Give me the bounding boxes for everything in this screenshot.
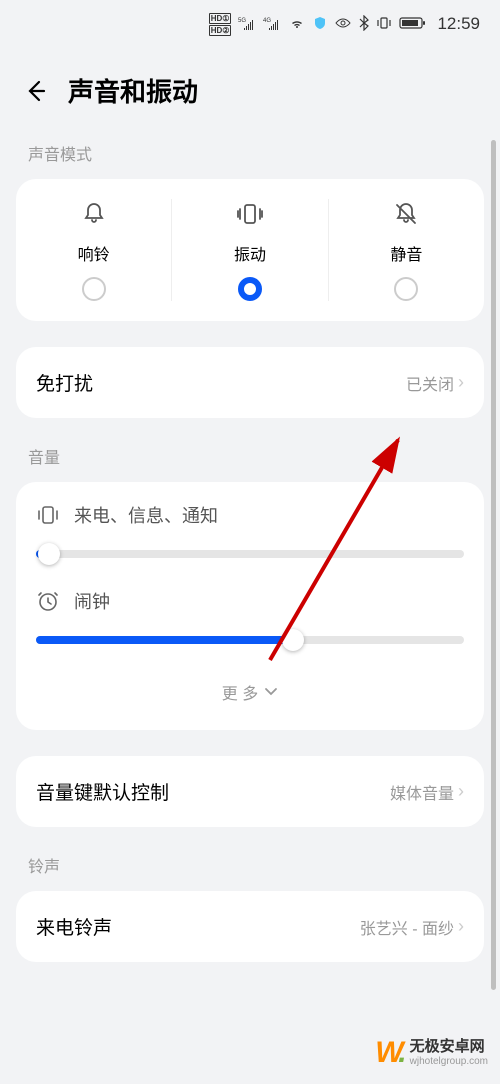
mode-silent[interactable]: 静音 bbox=[329, 199, 484, 301]
mode-ring-label: 响铃 bbox=[78, 241, 110, 265]
battery-icon bbox=[399, 16, 425, 33]
alarm-slider-thumb[interactable] bbox=[282, 629, 304, 651]
chevron-right-icon: › bbox=[458, 916, 464, 937]
mode-vibrate-label: 振动 bbox=[234, 241, 266, 265]
bluetooth-icon bbox=[359, 15, 369, 34]
chevron-right-icon: › bbox=[458, 781, 464, 802]
mode-vibrate[interactable]: 振动 bbox=[172, 199, 328, 301]
ringtone-volume-section: 来电、信息、通知 bbox=[36, 502, 464, 558]
svg-text:4G: 4G bbox=[263, 18, 271, 24]
volume-key-title: 音量键默认控制 bbox=[36, 778, 169, 805]
chevron-right-icon: › bbox=[458, 372, 464, 393]
clock-time: 12:59 bbox=[437, 14, 480, 34]
chevron-down-icon bbox=[264, 683, 278, 701]
alarm-vol-label: 闹钟 bbox=[74, 588, 110, 614]
vibrate-mode-icon bbox=[235, 199, 265, 229]
ringtone-slider-thumb[interactable] bbox=[38, 543, 60, 565]
ringtone-vol-label: 来电、信息、通知 bbox=[74, 502, 218, 528]
back-button[interactable] bbox=[20, 77, 48, 105]
dnd-row[interactable]: 免打扰 已关闭 › bbox=[16, 347, 484, 418]
vibrate-icon bbox=[376, 15, 392, 34]
radio-silent[interactable] bbox=[394, 277, 418, 301]
signal-4g-icon: 4G bbox=[263, 16, 281, 33]
bell-icon bbox=[79, 199, 109, 229]
ringtone-vol-icon bbox=[36, 503, 60, 527]
svg-text:5G: 5G bbox=[238, 18, 246, 24]
page-title: 声音和振动 bbox=[68, 72, 198, 109]
volume-key-card: 音量键默认控制 媒体音量 › bbox=[16, 756, 484, 827]
ringtone-label: 铃声 bbox=[0, 853, 500, 877]
watermark-logo-icon: W. bbox=[375, 1036, 403, 1070]
hd-badges: HD① HD② bbox=[209, 13, 232, 36]
eye-icon bbox=[334, 16, 352, 33]
radio-vibrate[interactable] bbox=[238, 277, 262, 301]
volume-key-row[interactable]: 音量键默认控制 媒体音量 › bbox=[16, 756, 484, 827]
sound-mode-card: 响铃 振动 静音 bbox=[16, 179, 484, 321]
wifi-icon bbox=[288, 16, 306, 33]
dnd-card: 免打扰 已关闭 › bbox=[16, 347, 484, 418]
scroll-indicator[interactable] bbox=[491, 140, 496, 990]
mode-silent-label: 静音 bbox=[390, 241, 422, 265]
watermark: W. 无极安卓网 wjhotelgroup.com bbox=[375, 1036, 488, 1070]
status-icons: HD① HD② 5G 4G bbox=[209, 13, 426, 36]
alarm-icon bbox=[36, 589, 60, 613]
incoming-ringtone-row[interactable]: 来电铃声 张艺兴 - 面纱 › bbox=[16, 891, 484, 962]
mode-ring[interactable]: 响铃 bbox=[16, 199, 172, 301]
dnd-title: 免打扰 bbox=[36, 369, 93, 396]
ringtone-card: 来电铃声 张艺兴 - 面纱 › bbox=[16, 891, 484, 962]
volume-card: 来电、信息、通知 闹钟 更 多 bbox=[16, 482, 484, 730]
volume-key-value: 媒体音量 › bbox=[390, 780, 464, 804]
status-bar: HD① HD② 5G 4G 12:59 bbox=[0, 0, 500, 48]
incoming-ringtone-title: 来电铃声 bbox=[36, 913, 112, 940]
dnd-value: 已关闭 › bbox=[406, 371, 464, 395]
incoming-ringtone-value: 张艺兴 - 面纱 › bbox=[360, 915, 464, 939]
watermark-url: wjhotelgroup.com bbox=[410, 1056, 488, 1067]
ringtone-slider[interactable] bbox=[36, 550, 464, 558]
page-header: 声音和振动 bbox=[0, 48, 500, 141]
watermark-title: 无极安卓网 bbox=[410, 1039, 488, 1056]
volume-label: 音量 bbox=[0, 444, 500, 468]
volume-more-button[interactable]: 更 多 bbox=[36, 674, 464, 710]
bell-off-icon bbox=[391, 199, 421, 229]
security-shield-icon bbox=[313, 16, 327, 33]
alarm-slider[interactable] bbox=[36, 636, 464, 644]
alarm-volume-section: 闹钟 bbox=[36, 588, 464, 644]
sound-mode-label: 声音模式 bbox=[0, 141, 500, 165]
signal-5g-icon: 5G bbox=[238, 16, 256, 33]
radio-ring[interactable] bbox=[82, 277, 106, 301]
